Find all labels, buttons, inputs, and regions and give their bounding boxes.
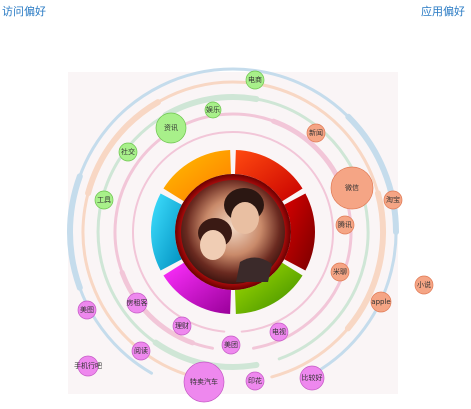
tag-label: 新闻 bbox=[309, 128, 323, 137]
tag-bubble[interactable]: 工具 bbox=[94, 190, 114, 210]
tag-bubble[interactable]: 电商 bbox=[245, 70, 265, 90]
tag-bubble[interactable]: 特卖汽车 bbox=[183, 361, 225, 403]
tag-label: 印花 bbox=[248, 376, 262, 385]
tag-label: 电商 bbox=[248, 75, 262, 84]
tag-label: 米聊 bbox=[333, 267, 347, 276]
tag-bubble[interactable]: 新闻 bbox=[306, 123, 326, 143]
tag-label: 微信 bbox=[345, 183, 359, 192]
tag-label: 阅读 bbox=[134, 346, 148, 355]
tag-bubble[interactable]: 淘宝 bbox=[383, 190, 403, 210]
tag-bubble[interactable]: 房租客 bbox=[127, 292, 148, 314]
tag-label: 资讯 bbox=[164, 123, 178, 132]
tag-label: 电视 bbox=[272, 327, 286, 336]
tag-label: 腾讯 bbox=[338, 220, 352, 229]
tag-label: 娱乐 bbox=[206, 105, 220, 114]
tag-label: 小说 bbox=[417, 280, 431, 289]
tag-label: 比较好 bbox=[302, 373, 323, 382]
tag-bubble[interactable]: 理财 bbox=[172, 316, 192, 336]
tag-label: 工具 bbox=[97, 196, 111, 204]
tag-bubble[interactable]: 社交 bbox=[118, 142, 138, 162]
tag-bubble[interactable]: 米聊 bbox=[330, 262, 350, 282]
tag-label: 美团 bbox=[224, 340, 238, 349]
tag-bubble[interactable]: 腾讯 bbox=[335, 215, 355, 235]
tag-label: apple bbox=[371, 298, 390, 306]
tag-bubble[interactable]: 资讯 bbox=[155, 112, 187, 144]
tag-label: 美图 bbox=[80, 305, 94, 314]
tag-bubble[interactable]: 印花 bbox=[245, 371, 265, 391]
tag-bubble[interactable]: 阅读 bbox=[131, 341, 151, 361]
tag-bubble[interactable]: 电视 bbox=[269, 322, 289, 342]
tag-bubble[interactable]: apple bbox=[370, 291, 392, 313]
tag-bubble[interactable]: 微信 bbox=[330, 166, 374, 210]
tag-bubble[interactable]: 美图 bbox=[77, 300, 97, 320]
tag-label: 房租客 bbox=[127, 298, 148, 307]
tag-label: 理财 bbox=[175, 321, 189, 330]
tag-bubble[interactable]: 美团 bbox=[221, 335, 241, 355]
tag-bubble[interactable]: 娱乐 bbox=[204, 101, 222, 119]
tag-bubble[interactable]: 小说 bbox=[414, 275, 434, 295]
tag-bubble[interactable]: 比较好 bbox=[299, 365, 325, 391]
tag-label: 淘宝 bbox=[386, 195, 400, 204]
tag-label: 手机行吧 bbox=[74, 361, 102, 370]
center-photo bbox=[175, 174, 291, 290]
tag-label: 社交 bbox=[121, 147, 135, 156]
preference-visualization: 电商娱乐资讯社交工具 新闻微信淘宝腾讯米聊 apple 小说美图 房租客理财电视美团阅读… bbox=[67, 67, 434, 403]
tag-label: 特卖汽车 bbox=[190, 377, 218, 386]
